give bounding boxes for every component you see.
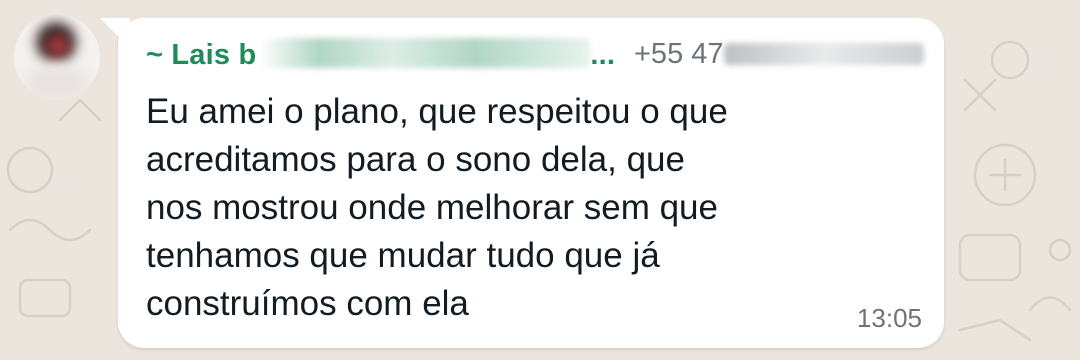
message-line: Eu amei o plano, que respeitou o que — [146, 92, 728, 131]
sender-avatar[interactable] — [14, 14, 100, 100]
sender-name-ellipsis: ... — [590, 39, 616, 71]
redacted-name-mask — [260, 38, 591, 68]
message-bubble[interactable]: ~ Lais b... +55 47 Eu amei o plano, que … — [118, 18, 944, 348]
sender-phone-text: +55 47 — [634, 38, 724, 70]
redacted-phone-mask — [723, 43, 924, 65]
sender-name-text: ~ Lais b — [146, 39, 257, 71]
sender-name[interactable]: ~ Lais b... — [146, 38, 615, 72]
sender-header: ~ Lais b... +55 47 — [146, 38, 924, 78]
message-line: tenhamos que mudar tudo que já — [146, 236, 660, 275]
sender-phone[interactable]: +55 47 — [634, 38, 924, 71]
message-line: construímos com ela — [146, 284, 469, 323]
message-line: nos mostrou onde melhorar sem que — [146, 188, 718, 227]
message-body: Eu amei o plano, que respeitou o que acr… — [146, 88, 886, 328]
message-line: acreditamos para o sono dela, que — [146, 140, 685, 179]
message-timestamp: 13:05 — [856, 303, 922, 333]
